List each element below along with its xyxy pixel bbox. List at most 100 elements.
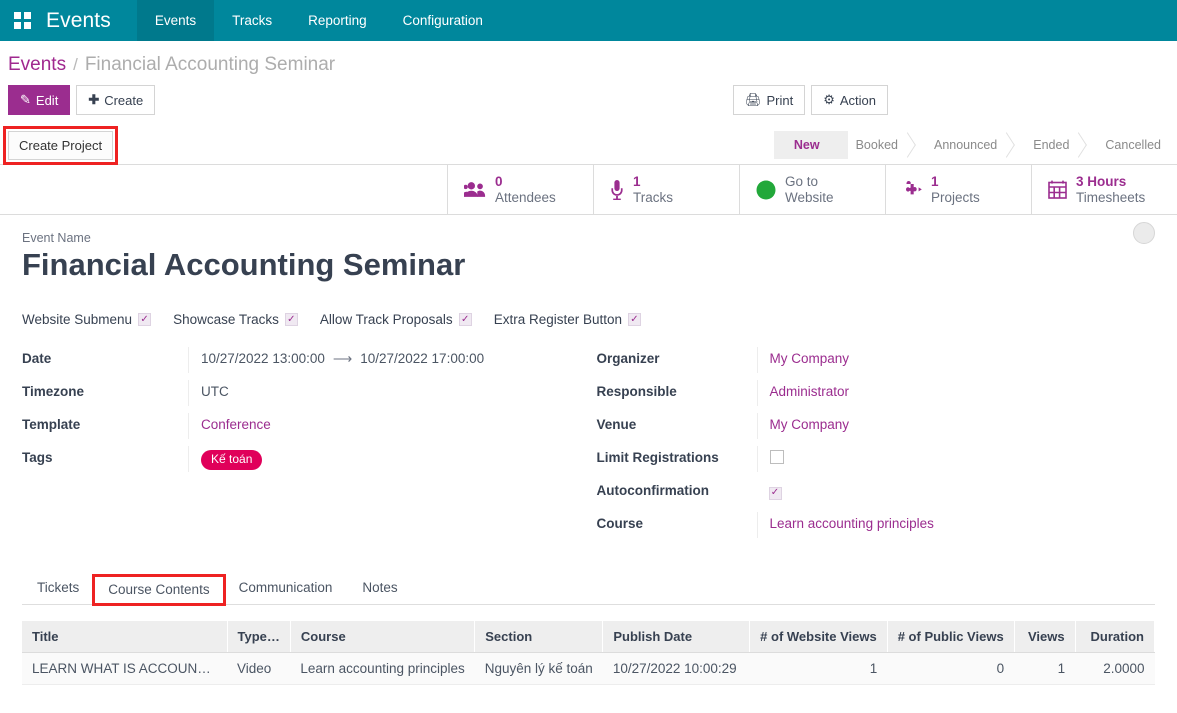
option-extra-register-button-label: Extra Register Button	[494, 312, 622, 327]
field-limit-registrations-label: Limit Registrations	[589, 446, 757, 465]
col-duration[interactable]: Duration	[1075, 621, 1154, 653]
field-organizer-value[interactable]: My Company	[757, 347, 1156, 373]
avatar	[1133, 222, 1155, 244]
plus-icon: ✚	[88, 92, 99, 108]
projects-label: Projects	[931, 190, 980, 206]
checkbox-website-submenu[interactable]: ✓	[138, 313, 151, 326]
status-step-announced[interactable]: Announced	[914, 131, 1013, 159]
create-project-button[interactable]: Create Project	[8, 131, 113, 160]
col-section[interactable]: Section	[475, 621, 603, 653]
print-button[interactable]: 🖨 Print	[733, 85, 805, 115]
field-template-value[interactable]: Conference	[188, 413, 589, 439]
field-timezone-value[interactable]: UTC	[188, 380, 589, 406]
field-date-value[interactable]: 10/27/2022 13:00:00⟶10/27/2022 17:00:00	[188, 347, 589, 373]
edit-button[interactable]: ✎ Edit	[8, 85, 70, 115]
control-panel: ✎ Edit ✚ Create 🖨 Print ⚙ Action	[0, 76, 1177, 115]
option-allow-track-proposals[interactable]: Allow Track Proposals ✓	[320, 312, 472, 327]
notebook: Tickets Course Contents Communication No…	[22, 571, 1155, 685]
breadcrumb-current: Financial Accounting Seminar	[85, 54, 335, 76]
table-body: LEARN WHAT IS ACCOUNTIN… Video Learn acc…	[22, 653, 1155, 685]
status-step-ended[interactable]: Ended	[1013, 131, 1085, 159]
tracks-label: Tracks	[633, 190, 673, 206]
gear-icon: ⚙	[823, 92, 835, 108]
smart-button-attendees[interactable]: 0 Attendees	[447, 165, 593, 214]
tab-tickets[interactable]: Tickets	[22, 574, 94, 604]
control-panel-right: 🖨 Print ⚙ Action	[733, 85, 888, 115]
option-website-submenu[interactable]: Website Submenu ✓	[22, 312, 151, 327]
field-venue-value[interactable]: My Company	[757, 413, 1156, 439]
field-autoconfirmation-value: ✓	[757, 479, 1156, 505]
smart-button-projects[interactable]: 1 Projects	[885, 165, 1031, 214]
tab-course-contents[interactable]: Course Contents	[94, 576, 223, 604]
col-title[interactable]: Title	[22, 621, 227, 653]
apps-menu-button[interactable]	[0, 0, 44, 41]
checkbox-allow-track-proposals[interactable]: ✓	[459, 313, 472, 326]
smart-button-text: 1 Tracks	[633, 174, 673, 205]
smart-button-tracks[interactable]: 1 Tracks	[593, 165, 739, 214]
col-type[interactable]: Type…	[227, 621, 290, 653]
breadcrumb: Events / Financial Accounting Seminar	[0, 41, 1177, 76]
action-status-row: Create Project New Booked Announced Ende…	[0, 126, 1177, 164]
calendar-icon	[1048, 180, 1067, 199]
course-contents-table: Title Type… Course Section Publish Date …	[22, 621, 1155, 685]
field-responsible-label: Responsible	[589, 380, 757, 399]
smart-button-website[interactable]: Go to Website	[739, 165, 885, 214]
smart-button-bar: 0 Attendees 1 Tracks Go to Website	[0, 165, 1177, 215]
smart-button-text: 0 Attendees	[495, 174, 556, 205]
printer-icon: 🖨	[745, 92, 762, 108]
tab-communication[interactable]: Communication	[224, 574, 348, 604]
table-row[interactable]: LEARN WHAT IS ACCOUNTIN… Video Learn acc…	[22, 653, 1155, 685]
event-name-label: Event Name	[22, 231, 1155, 245]
breadcrumb-separator: /	[73, 55, 78, 75]
checkbox-extra-register-button[interactable]: ✓	[628, 313, 641, 326]
cell-website-views: 1	[750, 653, 888, 685]
nav-item-events[interactable]: Events	[137, 0, 214, 41]
col-website-views[interactable]: # of Website Views	[750, 621, 888, 653]
action-button[interactable]: ⚙ Action	[811, 85, 888, 115]
timesheets-label: Timesheets	[1076, 190, 1145, 206]
field-autoconfirmation: Autoconfirmation ✓	[589, 479, 1156, 512]
field-limit-registrations-value	[757, 446, 1156, 472]
app-brand[interactable]: Events	[44, 0, 137, 41]
status-step-cancelled[interactable]: Cancelled	[1085, 131, 1177, 159]
edit-button-label: Edit	[36, 93, 58, 108]
field-timezone-label: Timezone	[22, 380, 188, 399]
option-extra-register-button[interactable]: Extra Register Button ✓	[494, 312, 641, 327]
checkbox-limit-registrations[interactable]	[770, 450, 784, 464]
date-end: 10/27/2022 17:00:00	[360, 351, 484, 366]
checkbox-autoconfirmation[interactable]: ✓	[769, 487, 782, 500]
page-title: Financial Accounting Seminar	[22, 246, 1155, 283]
col-views[interactable]: Views	[1014, 621, 1075, 653]
nav-item-configuration[interactable]: Configuration	[385, 0, 501, 41]
status-step-booked[interactable]: Booked	[836, 131, 914, 159]
field-organizer: Organizer My Company	[589, 347, 1156, 380]
cell-type: Video	[227, 653, 290, 685]
col-publish-date[interactable]: Publish Date	[603, 621, 750, 653]
col-course[interactable]: Course	[290, 621, 474, 653]
field-template-label: Template	[22, 413, 188, 432]
field-tags-label: Tags	[22, 446, 188, 465]
option-showcase-tracks[interactable]: Showcase Tracks ✓	[173, 312, 298, 327]
event-options-row: Website Submenu ✓ Showcase Tracks ✓ Allo…	[22, 312, 1155, 327]
breadcrumb-root[interactable]: Events	[8, 54, 66, 76]
field-date: Date 10/27/2022 13:00:00⟶10/27/2022 17:0…	[22, 347, 589, 380]
users-icon	[464, 181, 486, 198]
field-course-value[interactable]: Learn accounting principles	[757, 512, 1156, 538]
cell-publish-date: 10/27/2022 10:00:29	[603, 653, 750, 685]
action-button-label: Action	[840, 93, 876, 108]
tab-notes[interactable]: Notes	[347, 574, 412, 604]
field-responsible-value[interactable]: Administrator	[757, 380, 1156, 406]
smart-button-timesheets[interactable]: 3 Hours Timesheets	[1031, 165, 1177, 214]
create-button[interactable]: ✚ Create	[76, 85, 155, 115]
cell-duration: 2.0000	[1075, 653, 1154, 685]
cell-course: Learn accounting principles	[290, 653, 474, 685]
nav-item-reporting[interactable]: Reporting	[290, 0, 385, 41]
tag-badge[interactable]: Kế toán	[201, 450, 262, 470]
smart-button-text: Go to Website	[785, 174, 834, 205]
nav-item-tracks[interactable]: Tracks	[214, 0, 290, 41]
field-tags-value[interactable]: Kế toán	[188, 446, 589, 472]
timesheets-hours: 3 Hours	[1076, 174, 1145, 190]
checkbox-showcase-tracks[interactable]: ✓	[285, 313, 298, 326]
status-step-new[interactable]: New	[774, 131, 836, 159]
col-public-views[interactable]: # of Public Views	[887, 621, 1014, 653]
